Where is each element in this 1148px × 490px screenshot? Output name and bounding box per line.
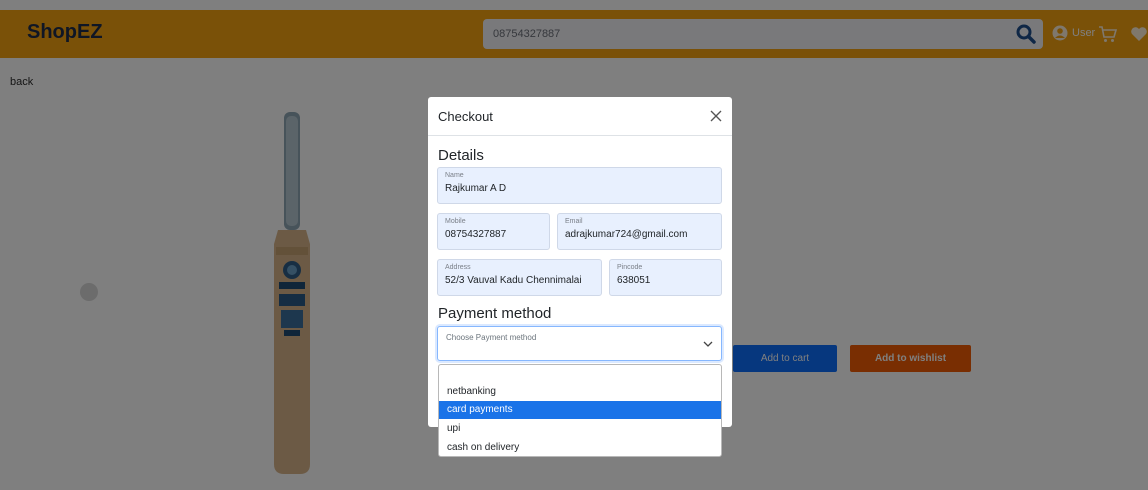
option-netbanking[interactable]: netbanking <box>439 383 721 401</box>
mobile-input[interactable] <box>445 229 545 240</box>
option-upi[interactable]: upi <box>439 420 721 438</box>
option-cash-on-delivery[interactable]: cash on delivery <box>439 439 721 457</box>
option-card-payments[interactable]: card payments <box>439 401 721 419</box>
email-field[interactable]: Email <box>557 213 722 250</box>
close-icon <box>710 110 722 122</box>
payment-method-select[interactable]: Choose Payment method <box>437 326 722 361</box>
name-input[interactable] <box>445 183 700 194</box>
name-label: Name <box>445 172 464 179</box>
mobile-field[interactable]: Mobile <box>437 213 550 250</box>
mobile-label: Mobile <box>445 218 466 225</box>
email-input[interactable] <box>565 229 712 240</box>
payment-method-heading: Payment method <box>438 305 552 322</box>
app-root: ShopEZ User back <box>0 0 1148 490</box>
payment-method-dropdown: netbanking card payments upi cash on del… <box>438 364 722 457</box>
pincode-input[interactable] <box>617 275 717 286</box>
pincode-label: Pincode <box>617 264 643 271</box>
details-heading: Details <box>438 147 484 164</box>
address-field[interactable]: Address <box>437 259 602 296</box>
address-input[interactable] <box>445 275 592 286</box>
address-label: Address <box>445 264 471 271</box>
modal-title: Checkout <box>438 109 493 124</box>
email-label: Email <box>565 218 583 225</box>
modal-header: Checkout <box>428 97 732 136</box>
chevron-down-icon <box>703 341 713 347</box>
pincode-field[interactable]: Pincode <box>609 259 722 296</box>
payment-method-placeholder: Choose Payment method <box>446 333 537 342</box>
name-field[interactable]: Name <box>437 167 722 204</box>
close-button[interactable] <box>706 106 726 126</box>
